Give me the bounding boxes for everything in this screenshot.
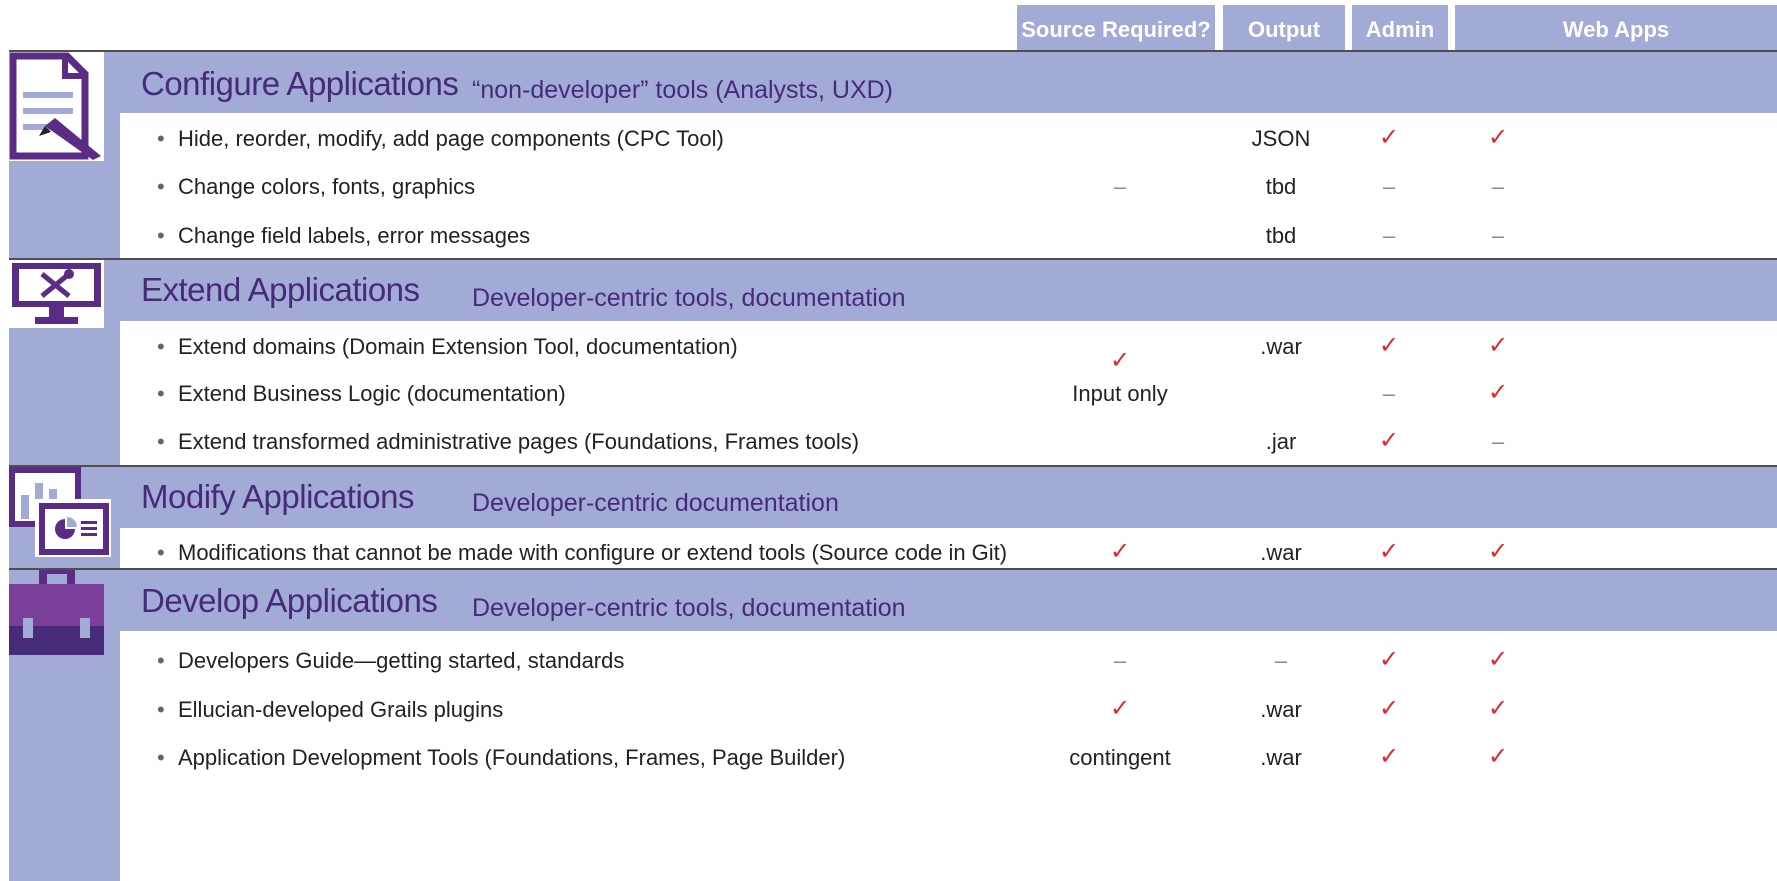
col-header-output: Output [1223,5,1345,54]
list-item: Developers Guide—getting started, standa… [178,648,625,673]
bullet: • [157,126,165,151]
section-subtitle: Developer-centric tools, documentation [472,284,906,312]
bullet: • [157,648,165,673]
monitor-tools-icon [9,260,104,328]
list-item: Ellucian-developed Grails plugins [178,697,504,722]
web-cell: – [1491,174,1505,199]
bullet: • [157,334,165,359]
list-item: Modifications that cannot be made with c… [178,540,1008,565]
web-check: ✓ [1487,124,1509,151]
section-title: Develop Applications [141,582,438,619]
dashboard-chart-icon [9,467,112,559]
list-item: Application Development Tools (Foundatio… [178,745,846,770]
section-subtitle: Developer-centric tools, documentation [472,594,906,622]
source-cell: contingent [1069,745,1171,770]
section-subtitle: Developer-centric documentation [472,489,839,517]
section-title: Modify Applications [141,478,414,515]
list-item: Hide, reorder, modify, add page componen… [178,126,724,151]
bullet: • [157,540,165,565]
col-header-admin: Admin [1352,5,1448,54]
bullet: • [157,697,165,722]
web-check: ✓ [1487,379,1509,406]
section-title: Extend Applications [141,271,420,308]
bullet: • [157,223,165,248]
list-item: Change field labels, error messages [178,223,531,248]
web-check: ✓ [1487,743,1509,770]
web-check: ✓ [1487,332,1509,359]
web-check: ✓ [1487,695,1509,722]
web-cell: – [1491,429,1505,454]
list-item: Change colors, fonts, graphics [178,174,476,199]
list-item: Extend transformed administrative pages … [178,429,860,454]
section-subtitle: “non-developer” tools (Analysts, UXD) [472,76,893,104]
web-check: ✓ [1487,538,1509,565]
col-header-web-apps: Web Apps [1455,5,1777,54]
toolbox-icon [9,570,104,655]
web-check: ✓ [1487,646,1509,673]
bullet: • [157,174,165,199]
bullet: • [157,745,165,770]
list-item: Extend Business Logic (documentation) [178,381,566,406]
col-header-source-required: Source Required? [1017,5,1215,54]
document-pencil-icon [9,52,104,161]
source-check: ✓ [1109,695,1131,722]
web-cell: – [1491,223,1505,248]
bullet: • [157,429,165,454]
list-item: Extend domains (Domain Extension Tool, d… [178,334,738,359]
section-title: Configure Applications [141,65,459,102]
source-cell: – [1113,174,1127,199]
source-cell: – [1113,648,1127,673]
source-check: ✓ [1109,347,1131,374]
source-check: ✓ [1109,538,1131,565]
source-cell: Input only [1072,381,1168,406]
bullet: • [157,381,165,406]
